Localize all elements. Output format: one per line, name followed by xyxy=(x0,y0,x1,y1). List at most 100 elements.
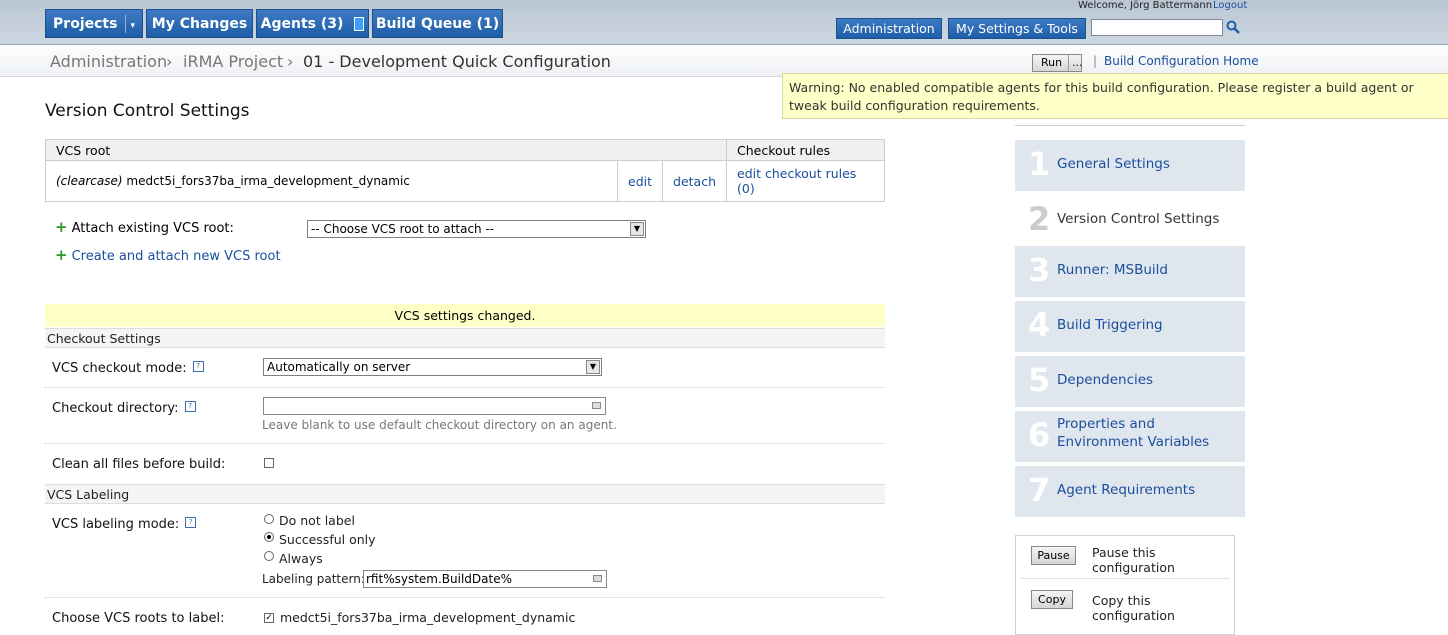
nav-agents-tab[interactable]: Agents (3) xyxy=(256,9,369,38)
step-label: Build Triggering xyxy=(1057,317,1163,333)
plus-icon: + xyxy=(55,218,68,236)
run-button[interactable]: Run ... xyxy=(1032,54,1083,72)
divider xyxy=(45,443,885,444)
label-root-checkbox[interactable]: ✓ xyxy=(264,613,274,623)
plus-icon: + xyxy=(55,246,68,264)
checkout-dir-text: Checkout directory: xyxy=(52,401,179,416)
field-chooser-icon[interactable] xyxy=(593,575,602,582)
attach-vcs-select[interactable]: -- Choose VCS root to attach -- ▼ xyxy=(307,220,646,238)
vcs-type: (clearcase) xyxy=(56,174,123,188)
step-properties[interactable]: 6 Properties and Environment Variables xyxy=(1015,411,1245,462)
help-icon[interactable]: ? xyxy=(192,361,204,372)
warning-message: Warning: No enabled compatible agents fo… xyxy=(782,73,1448,119)
administration-button[interactable]: Administration xyxy=(836,18,942,39)
step-label: General Settings xyxy=(1057,156,1170,172)
search-input[interactable] xyxy=(1091,19,1223,36)
labeling-pattern-input[interactable]: rfit%system.BuildDate% xyxy=(363,570,607,588)
step-label: Agent Requirements xyxy=(1057,482,1196,498)
step-agent-requirements[interactable]: 7 Agent Requirements xyxy=(1015,466,1245,517)
radio-always[interactable] xyxy=(264,551,274,561)
labeling-pattern-value: rfit%system.BuildDate% xyxy=(366,572,513,586)
top-bar: Projects ▾ My Changes Agents (3) Build Qu… xyxy=(0,0,1448,45)
checkout-settings-section: Checkout Settings xyxy=(45,328,885,348)
nav-my-changes-tab[interactable]: My Changes xyxy=(146,9,253,38)
page-title: Version Control Settings xyxy=(45,101,250,121)
step-dependencies[interactable]: 5 Dependencies xyxy=(1015,356,1245,407)
label-root-name: medct5i_fors37ba_irma_development_dynami… xyxy=(280,610,576,625)
radio-successful-only[interactable] xyxy=(264,532,274,542)
divider xyxy=(45,387,885,388)
divider xyxy=(1020,578,1230,579)
nav-my-changes-label: My Changes xyxy=(151,16,248,32)
nav-projects-tab[interactable]: Projects ▾ xyxy=(45,9,143,38)
step-number: 7 xyxy=(1028,471,1051,509)
copy-description: Copy this configuration xyxy=(1092,593,1175,623)
labeling-pattern-label: Labeling pattern: xyxy=(262,572,365,586)
checkout-dir-input[interactable] xyxy=(263,397,606,415)
welcome-text: Welcome, Jörg Battermann xyxy=(1078,0,1213,11)
chevron-right-icon: › xyxy=(166,52,173,71)
checkout-mode-text: VCS checkout mode: xyxy=(52,361,187,376)
detach-vcs-link[interactable]: detach xyxy=(673,174,716,189)
attach-vcs-label: Attach existing VCS root: xyxy=(71,221,234,236)
option-do-not-label: Do not label xyxy=(279,513,355,528)
field-chooser-icon[interactable] xyxy=(592,402,601,409)
help-icon[interactable]: ? xyxy=(184,401,196,412)
checkout-mode-value: Automatically on server xyxy=(267,360,411,374)
nav-build-queue-tab[interactable]: Build Queue (1) xyxy=(372,9,503,38)
radio-do-not-label[interactable] xyxy=(264,514,274,524)
step-number: 5 xyxy=(1028,361,1051,399)
step-number: 6 xyxy=(1028,416,1051,454)
step-label: Properties and Environment Variables xyxy=(1057,416,1210,450)
tab-separator xyxy=(125,15,127,33)
pause-button-label: Pause xyxy=(1037,549,1070,562)
labeling-mode-label: VCS labeling mode:? xyxy=(52,517,197,532)
step-runner[interactable]: 3 Runner: MSBuild xyxy=(1015,246,1245,297)
dropdown-arrow-icon: ▼ xyxy=(586,360,600,374)
breadcrumb-current: 01 - Development Quick Configuration xyxy=(303,52,611,71)
step-general-settings[interactable]: 1 General Settings xyxy=(1015,140,1245,191)
edit-checkout-rules-link[interactable]: edit checkout rules (0) xyxy=(737,166,856,196)
breadcrumb-administration[interactable]: Administration xyxy=(50,52,167,71)
my-settings-label: My Settings & Tools xyxy=(956,21,1078,36)
attach-vcs-select-value: -- Choose VCS root to attach -- xyxy=(311,222,495,236)
label-roots-label: Choose VCS roots to label: xyxy=(52,611,225,626)
nav-build-queue-label: Build Queue (1) xyxy=(375,16,500,32)
my-settings-button[interactable]: My Settings & Tools xyxy=(948,18,1086,39)
labeling-mode-text: VCS labeling mode: xyxy=(52,517,180,532)
search-icon[interactable] xyxy=(1226,20,1240,34)
step-build-triggering[interactable]: 4 Build Triggering xyxy=(1015,301,1245,352)
pause-button[interactable]: Pause xyxy=(1031,546,1076,565)
pause-description: Pause this configuration xyxy=(1092,545,1175,575)
attach-vcs-row: + Attach existing VCS root: xyxy=(55,218,234,236)
vcs-root-header: VCS root xyxy=(45,139,727,161)
divider xyxy=(45,597,885,598)
vcs-root-name: medct5i_fors37ba_irma_development_dynami… xyxy=(126,174,410,188)
checkout-mode-select[interactable]: Automatically on server ▼ xyxy=(263,358,602,376)
actions-panel: Pause Pause this configuration Copy Copy… xyxy=(1015,535,1235,635)
checkout-dir-label: Checkout directory:? xyxy=(52,401,196,416)
checkout-dir-note: Leave blank to use default checkout dire… xyxy=(262,418,617,432)
breadcrumb-project[interactable]: iRMA Project xyxy=(183,52,283,71)
vcs-roots-table: VCS root Checkout rules (clearcase) medc… xyxy=(44,139,885,202)
agent-status-icon xyxy=(354,17,365,31)
create-vcs-link[interactable]: Create and attach new VCS root xyxy=(72,249,281,264)
step-label: Dependencies xyxy=(1057,372,1154,388)
step-number: 3 xyxy=(1028,251,1051,289)
copy-button[interactable]: Copy xyxy=(1031,590,1073,609)
steps-header xyxy=(1015,120,1245,126)
run-options-button[interactable]: ... xyxy=(1068,55,1083,71)
checkout-rules-header: Checkout rules xyxy=(726,139,885,161)
chevron-down-icon[interactable]: ▾ xyxy=(130,21,135,31)
step-label: Runner: MSBuild xyxy=(1057,262,1169,278)
nav-agents-label: Agents (3) xyxy=(260,16,344,32)
help-icon[interactable]: ? xyxy=(185,517,197,528)
edit-vcs-link[interactable]: edit xyxy=(628,174,652,189)
nav-projects-label: Projects xyxy=(53,16,118,32)
step-label: Version Control Settings xyxy=(1057,211,1220,227)
chevron-right-icon: › xyxy=(287,52,294,71)
step-version-control-settings: 2 Version Control Settings xyxy=(1015,195,1245,246)
build-configuration-home-link[interactable]: Build Configuration Home xyxy=(1104,54,1259,68)
clean-files-checkbox[interactable] xyxy=(264,458,274,468)
logout-link[interactable]: Logout xyxy=(1213,0,1247,11)
